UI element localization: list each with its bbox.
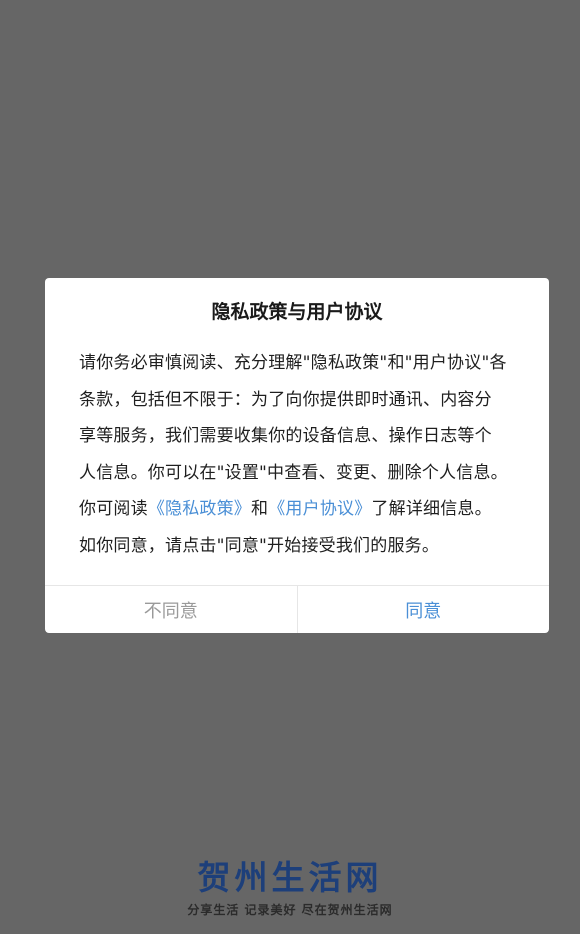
- body-line: 请你务必审慎阅读、充分理解"隐私政策"和"用户协议"各: [79, 353, 507, 373]
- dialog-title: 隐私政策与用户协议: [211, 301, 383, 323]
- body-line: 条款，包括但不限于：为了向你提供即时通讯、内容分: [79, 389, 492, 410]
- body-line: 人信息。你可以在"设置"中查看、变更、删除个人信息。: [79, 462, 508, 483]
- and-text: 和: [251, 499, 269, 520]
- body-line: 如你同意，请点击"同意"开始接受我们的服务。: [79, 535, 440, 556]
- read-prefix: 你可阅读: [79, 499, 148, 520]
- brand-logo: 贺州生活网 分享生活 记录美好 尽在贺州生活网: [0, 858, 580, 918]
- dialog-body: 请你务必审慎阅读、充分理解"隐私政策"和"用户协议"各 条款，包括但不限于：为了…: [79, 345, 519, 565]
- read-suffix: 了解详细信息。: [371, 499, 492, 520]
- brand-name: 贺州生活网: [197, 858, 383, 897]
- body-line: 享等服务，我们需要收集你的设备信息、操作日志等个: [79, 426, 492, 447]
- body-line-links: 你可阅读《隐私政策》和《用户协议》了解详细信息。: [79, 491, 519, 528]
- brand-slogan: 分享生活 记录美好 尽在贺州生活网: [187, 903, 393, 917]
- user-agreement-link[interactable]: 《用户协议》: [268, 499, 371, 519]
- privacy-policy-link[interactable]: 《隐私政策》: [148, 499, 251, 519]
- privacy-dialog: 隐私政策与用户协议 请你务必审慎阅读、充分理解"隐私政策"和"用户协议"各 条款…: [45, 278, 549, 633]
- agree-button[interactable]: 同意: [298, 586, 550, 633]
- dialog-actions: 不同意 同意: [45, 585, 549, 633]
- disagree-button[interactable]: 不同意: [45, 586, 298, 633]
